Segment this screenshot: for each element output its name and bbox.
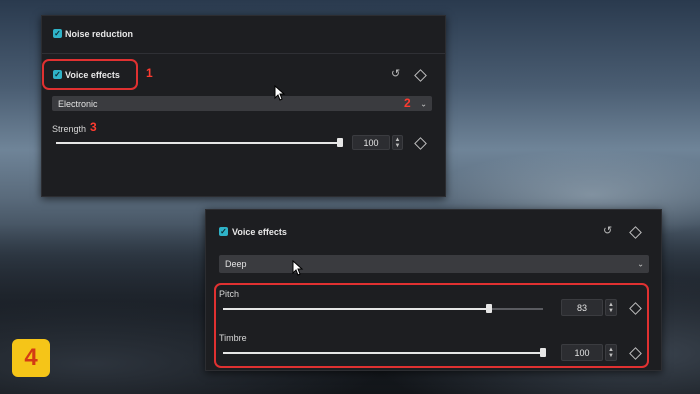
strength-slider-thumb[interactable] [337,138,343,147]
audio-panel-electronic: ✓ Noise reduction ✓ Voice effects ↺ Elec… [41,15,446,197]
annotation-1: 1 [146,66,153,80]
highlight-pitch-timbre [214,283,649,368]
voice-effect-dropdown[interactable]: Deep ⌄ [219,255,649,273]
divider [42,53,445,54]
stepper-arrows-icon[interactable]: ▲ ▼ [392,135,403,150]
strength-slider[interactable] [56,138,343,147]
voice-effect-dropdown[interactable]: Electronic ⌄ [52,96,432,111]
strength-value-input[interactable]: 100 [352,135,390,150]
annotation-2: 2 [404,96,411,110]
strength-slider-fill [56,142,340,144]
mouse-cursor-icon [292,260,304,276]
chevron-down-icon: ⌄ [637,259,644,269]
strength-label: Strength [52,124,87,134]
check-icon: ✓ [54,29,61,38]
keyframe-diamond-icon[interactable] [629,226,642,239]
reset-icon[interactable]: ↺ [391,69,400,80]
keyframe-diamond-icon[interactable] [414,69,427,82]
reset-icon[interactable]: ↺ [603,226,612,237]
dropdown-value: Electronic [58,98,98,109]
step-number-badge: 4 [12,339,50,377]
noise-reduction-checkbox[interactable]: ✓ [53,29,62,38]
highlight-voice-effects [42,59,138,90]
check-icon: ✓ [220,227,227,236]
keyframe-diamond-icon[interactable] [414,137,427,150]
voice-effects-checkbox[interactable]: ✓ [219,227,228,236]
mouse-cursor-icon [274,85,286,101]
voice-effects-label: Voice effects [232,227,287,237]
dropdown-value: Deep [225,259,247,269]
chevron-down-icon: ⌄ [420,99,427,108]
noise-reduction-label: Noise reduction [65,29,134,39]
annotation-3: 3 [90,120,97,134]
